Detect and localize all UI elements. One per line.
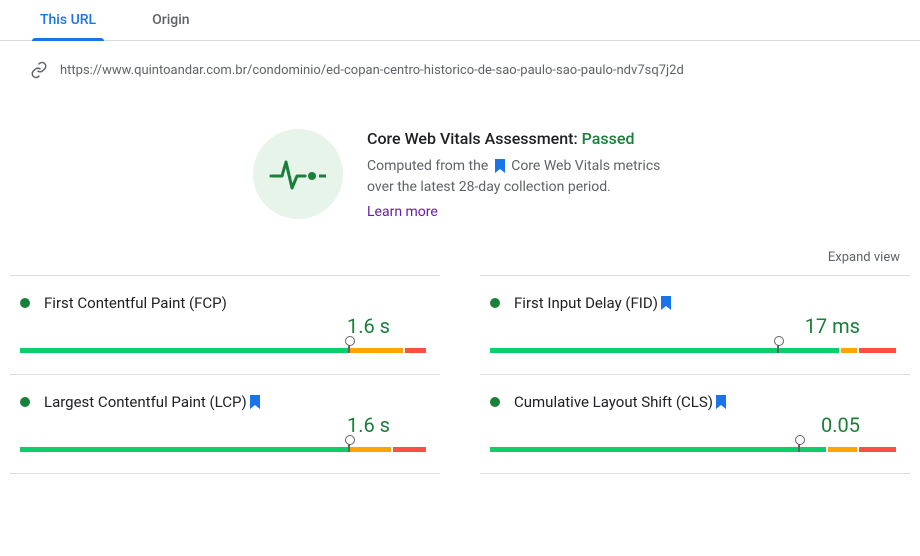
metric-value: 0.05 <box>490 413 900 437</box>
metrics-grid: First Contentful Paint (FCP) 1.6 sFirst … <box>0 275 920 473</box>
bookmark-icon <box>660 296 672 310</box>
assessment-text: Core Web Vitals Assessment: Passed Compu… <box>367 129 667 220</box>
metric-header: Largest Contentful Paint (LCP) <box>20 393 430 411</box>
status-dot <box>490 397 500 407</box>
metric-header: First Input Delay (FID) <box>490 294 900 312</box>
metric-name: First Input Delay (FID) <box>514 294 658 312</box>
metric-value: 1.6 s <box>20 314 430 338</box>
distribution-bar <box>490 447 900 455</box>
url-bar: https://www.quintoandar.com.br/condomini… <box>10 51 910 89</box>
distribution-bar <box>490 348 900 356</box>
marker <box>348 342 350 353</box>
pulse-icon <box>253 129 343 219</box>
metric-name: First Contentful Paint (FCP) <box>44 294 227 312</box>
status-dot <box>20 397 30 407</box>
bookmark-icon <box>494 159 506 173</box>
bookmark-icon <box>715 395 727 409</box>
metric-card: Largest Contentful Paint (LCP) 1.6 s <box>10 374 440 474</box>
assessment-title: Core Web Vitals Assessment: Passed <box>367 129 667 148</box>
tab-this-url[interactable]: This URL <box>32 0 104 40</box>
bookmark-icon <box>249 395 261 409</box>
expand-view-link[interactable]: Expand view <box>0 250 920 275</box>
marker <box>777 342 779 353</box>
metric-card: First Input Delay (FID) 17 ms <box>480 275 910 375</box>
status-dot <box>490 298 500 308</box>
metric-name: Largest Contentful Paint (LCP) <box>44 393 247 411</box>
assessment-section: Core Web Vitals Assessment: Passed Compu… <box>0 89 920 250</box>
learn-more-link[interactable]: Learn more <box>367 204 667 220</box>
assessment-description: Computed from the Core Web Vitals metric… <box>367 156 667 198</box>
marker <box>348 441 350 452</box>
distribution-bar <box>20 348 430 356</box>
link-icon <box>30 61 48 79</box>
tab-origin[interactable]: Origin <box>144 0 197 40</box>
metric-value: 17 ms <box>490 314 900 338</box>
url-text: https://www.quintoandar.com.br/condomini… <box>60 63 684 78</box>
tabs: This URL Origin <box>0 0 920 41</box>
metric-name: Cumulative Layout Shift (CLS) <box>514 393 713 411</box>
metric-header: Cumulative Layout Shift (CLS) <box>490 393 900 411</box>
metric-card: Cumulative Layout Shift (CLS) 0.05 <box>480 374 910 474</box>
marker <box>798 441 800 452</box>
metric-value: 1.6 s <box>20 413 430 437</box>
status-dot <box>20 298 30 308</box>
metric-header: First Contentful Paint (FCP) <box>20 294 430 312</box>
assessment-status: Passed <box>582 129 635 148</box>
distribution-bar <box>20 447 430 455</box>
metric-card: First Contentful Paint (FCP) 1.6 s <box>10 275 440 375</box>
